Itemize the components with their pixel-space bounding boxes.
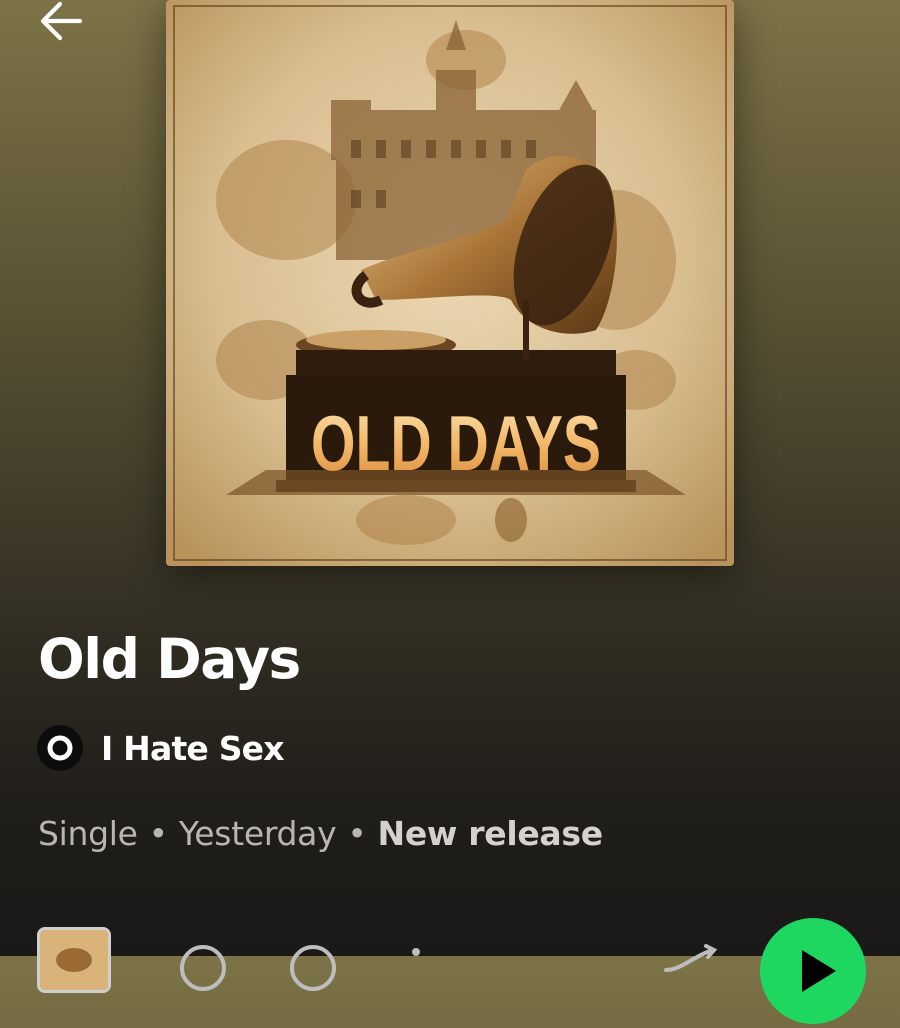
play-button[interactable] xyxy=(760,918,866,1024)
arrow-left-icon xyxy=(40,1,83,41)
download-circle-icon[interactable] xyxy=(290,945,336,991)
artist-avatar xyxy=(37,725,83,771)
artist-avatar-ring-icon xyxy=(47,735,73,761)
preview-thumbnail-icon xyxy=(40,930,108,990)
back-button[interactable] xyxy=(32,0,88,44)
artist-link[interactable]: I Hate Sex xyxy=(37,724,285,772)
release-date: Yesterday xyxy=(178,814,337,853)
meta-separator: • xyxy=(148,814,168,853)
add-circle-icon[interactable] xyxy=(180,945,226,991)
album-title: Old Days xyxy=(38,627,301,691)
more-dots-icon[interactable] xyxy=(412,948,424,960)
new-release-badge: New release xyxy=(377,814,604,853)
shuffle-icon[interactable] xyxy=(662,944,732,974)
release-type: Single xyxy=(38,814,138,853)
meta-separator: • xyxy=(347,814,367,853)
artist-name: I Hate Sex xyxy=(101,728,285,768)
cover-title-text: OLD DAYS xyxy=(311,399,601,487)
album-cover: OLD DAYS xyxy=(166,0,734,566)
play-icon xyxy=(802,950,836,992)
release-meta: Single • Yesterday • New release xyxy=(38,814,603,853)
action-bar xyxy=(0,918,900,1024)
preview-thumbnail[interactable] xyxy=(37,927,111,993)
